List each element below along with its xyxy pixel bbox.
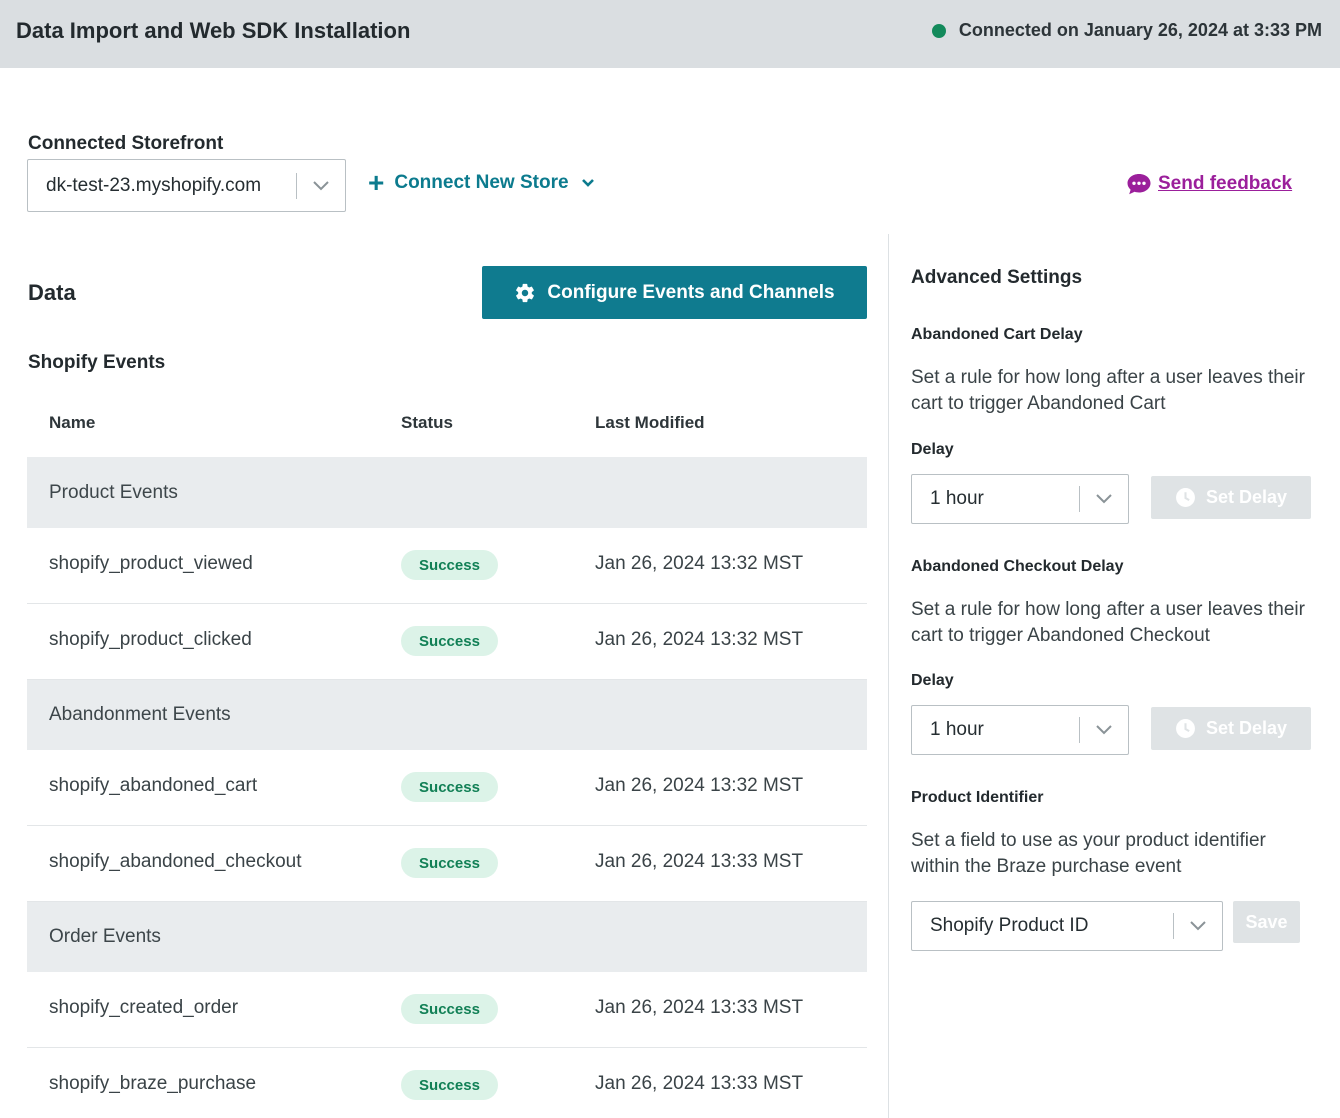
connect-new-store-label: Connect New Store: [394, 172, 569, 193]
table-row: shopify_created_order Success Jan 26, 20…: [27, 972, 867, 1048]
status-badge: Success: [401, 626, 498, 656]
status-dot-icon: [931, 23, 946, 38]
gear-icon: [514, 282, 536, 304]
cart-delay-select[interactable]: 1 hour: [911, 474, 1129, 524]
abandoned-checkout-description: Set a rule for how long after a user lea…: [911, 599, 1305, 646]
checkout-delay-value: 1 hour: [930, 719, 984, 740]
chevron-down-icon: [1174, 921, 1222, 931]
column-header-status: Status: [401, 413, 453, 432]
page-title: Data Import and Web SDK Installation: [16, 18, 411, 43]
status-badge: Success: [401, 848, 498, 878]
table-row: shopify_abandoned_cart Success Jan 26, 2…: [27, 750, 867, 826]
checkout-set-delay-button[interactable]: Set Delay: [1151, 707, 1311, 750]
data-heading: Data: [28, 280, 76, 305]
clock-icon: [1175, 718, 1196, 739]
shopify-events-heading: Shopify Events: [28, 352, 166, 373]
status-badge: Success: [401, 1070, 498, 1100]
last-modified: Jan 26, 2024 13:33 MST: [595, 1073, 804, 1094]
table-row: shopify_product_viewed Success Jan 26, 2…: [27, 528, 867, 604]
advanced-settings-heading: Advanced Settings: [911, 267, 1083, 288]
page-header: Data Import and Web SDK Installation Con…: [0, 0, 1340, 68]
last-modified: Jan 26, 2024 13:32 MST: [595, 553, 804, 574]
event-name: shopify_product_viewed: [49, 553, 253, 574]
table-row: shopify_abandoned_checkout Success Jan 2…: [27, 826, 867, 902]
column-header-last-modified: Last Modified: [595, 413, 705, 432]
configure-events-button[interactable]: Configure Events and Channels: [482, 266, 867, 319]
last-modified: Jan 26, 2024 13:32 MST: [595, 629, 804, 650]
product-identifier-description: Set a field to use as your product ident…: [911, 830, 1266, 877]
last-modified: Jan 26, 2024 13:33 MST: [595, 851, 804, 872]
last-modified: Jan 26, 2024 13:33 MST: [595, 997, 804, 1018]
checkout-delay-label: Delay: [911, 672, 954, 689]
event-name: shopify_created_order: [49, 997, 239, 1018]
cart-delay-value: 1 hour: [930, 488, 984, 509]
table-row: shopify_product_clicked Success Jan 26, …: [27, 604, 867, 680]
cart-delay-label: Delay: [911, 441, 954, 458]
status-badge: Success: [401, 772, 498, 802]
status-badge: Success: [401, 550, 498, 580]
abandoned-cart-description: Set a rule for how long after a user lea…: [911, 367, 1305, 414]
storefront-select[interactable]: dk-test-23.myshopify.com: [27, 159, 346, 212]
clock-icon: [1175, 487, 1196, 508]
storefront-select-value: dk-test-23.myshopify.com: [46, 174, 262, 196]
event-name: shopify_braze_purchase: [49, 1073, 257, 1094]
table-row: shopify_braze_purchase Success Jan 26, 2…: [27, 1048, 867, 1118]
product-identifier-value: Shopify Product ID: [930, 915, 1089, 936]
connect-new-store-button[interactable]: + Connect New Store: [368, 167, 595, 198]
checkout-set-delay-label: Set Delay: [1205, 718, 1288, 738]
chevron-down-icon: [1080, 725, 1128, 735]
abandoned-checkout-delay-heading: Abandoned Checkout Delay: [911, 558, 1124, 575]
cart-set-delay-label: Set Delay: [1205, 487, 1288, 507]
abandoned-cart-delay-heading: Abandoned Cart Delay: [911, 326, 1083, 343]
plus-icon: +: [368, 167, 385, 198]
chevron-down-icon: [297, 180, 345, 191]
event-name: shopify_abandoned_checkout: [49, 851, 302, 872]
storefront-label: Connected Storefront: [28, 133, 224, 154]
connection-status-text: Connected on January 26, 2024 at 3:33 PM: [958, 20, 1322, 40]
column-header-name: Name: [49, 413, 96, 432]
chevron-down-icon: [581, 172, 595, 194]
group-row: Abandonment Events: [27, 680, 867, 750]
product-identifier-save-button[interactable]: Save: [1233, 901, 1300, 943]
events-table: Product Events shopify_product_viewed Su…: [27, 457, 867, 1118]
last-modified: Jan 26, 2024 13:32 MST: [595, 775, 804, 796]
cart-set-delay-button[interactable]: Set Delay: [1151, 476, 1311, 519]
product-identifier-heading: Product Identifier: [911, 789, 1044, 806]
connection-status: Connected on January 26, 2024 at 3:33 PM: [931, 20, 1322, 41]
chevron-down-icon: [1080, 494, 1128, 504]
event-name: shopify_abandoned_cart: [49, 775, 258, 796]
group-row: Order Events: [27, 902, 867, 972]
status-badge: Success: [401, 994, 498, 1024]
group-row: Product Events: [27, 457, 867, 528]
column-divider: [888, 234, 889, 1118]
product-identifier-select[interactable]: Shopify Product ID: [911, 901, 1223, 951]
send-feedback-link[interactable]: Send feedback: [1126, 172, 1292, 196]
configure-events-label: Configure Events and Channels: [547, 281, 835, 303]
chat-bubble-icon: [1126, 172, 1152, 196]
send-feedback-label: Send feedback: [1158, 173, 1293, 194]
event-name: shopify_product_clicked: [49, 629, 252, 650]
table-header: Name Status Last Modified: [27, 402, 867, 444]
checkout-delay-select[interactable]: 1 hour: [911, 705, 1129, 755]
